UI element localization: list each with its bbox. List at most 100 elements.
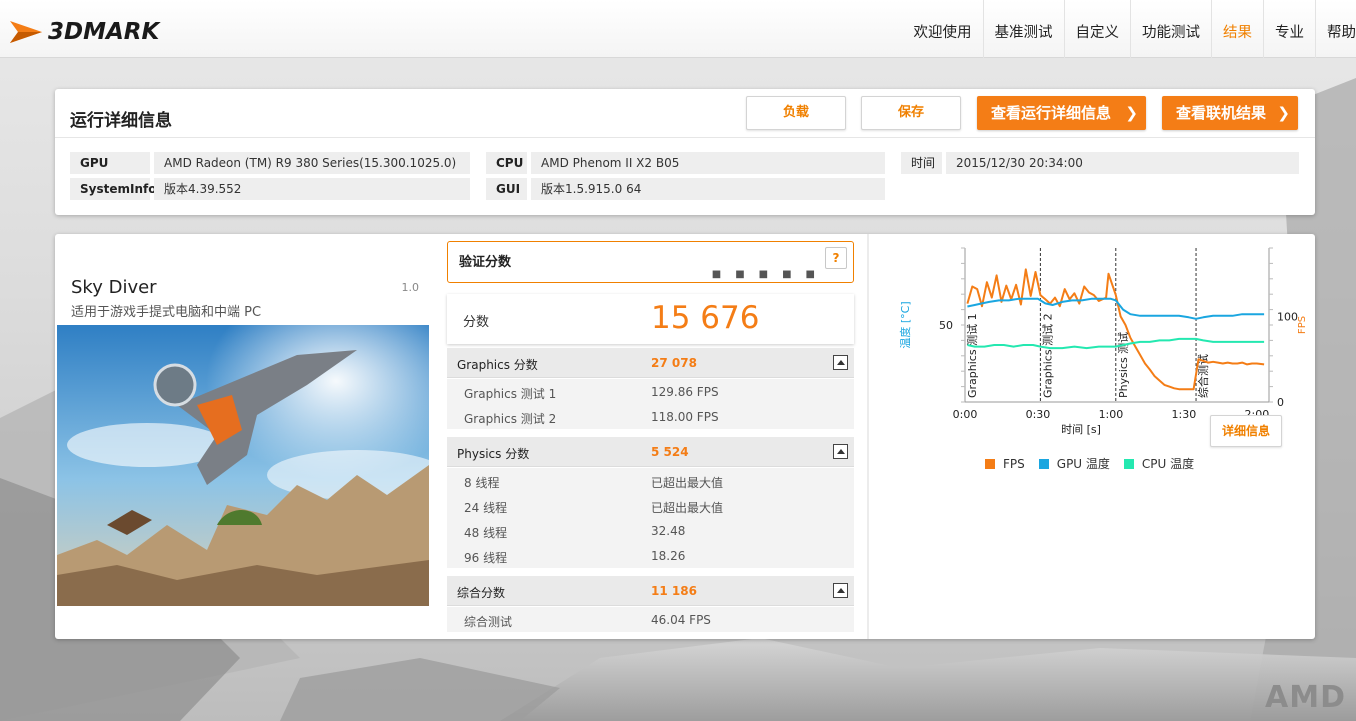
chart-details-button[interactable]: 详细信息 — [1210, 415, 1282, 447]
legend-item-cpu-temp[interactable]: CPU 温度 — [1123, 455, 1195, 472]
physics-48-thread-row: 48 线程 32.48 — [447, 518, 854, 543]
legend-item-fps[interactable]: FPS — [985, 455, 1025, 472]
chart-y-right-tick-label: 0 — [1277, 396, 1284, 409]
top-bar: 3DMARK 欢迎使用 基准测试 自定义 功能测试 结果 专业 帮助 — [0, 0, 1356, 58]
main-nav: 欢迎使用 基准测试 自定义 功能测试 结果 专业 帮助 — [903, 0, 1356, 58]
graphics-test-2-row: Graphics 测试 2 118.00 FPS — [447, 404, 854, 429]
physics-96-thread-label: 96 线程 — [464, 551, 508, 565]
save-button[interactable]: 保存 — [861, 96, 961, 130]
chart-phase-label: Graphics 测试 1 — [966, 313, 979, 398]
score-value: 15 676 — [651, 300, 760, 336]
benchmark-version: 1.0 — [401, 281, 420, 294]
graphics-score-label: Graphics 分数 — [457, 358, 538, 372]
benchmark-name: Sky Diver — [71, 277, 157, 298]
physics-24-thread-label: 24 线程 — [464, 501, 508, 515]
physics-score-header: Physics 分数 5 524 — [447, 437, 854, 467]
combined-test-label: 综合测试 — [464, 615, 513, 629]
graphics-test-2-label: Graphics 测试 2 — [464, 412, 557, 426]
chart-x-axis-label: 时间 [s] — [1061, 423, 1101, 436]
time-value: 2015/12/30 20:34:00 — [946, 152, 1299, 174]
chart-y-right-tick-label: 100 — [1277, 310, 1298, 323]
legend-swatch-fps — [985, 458, 995, 469]
nav-item-help[interactable]: 帮助 — [1315, 0, 1356, 58]
run-details-panel: 运行详细信息 负载 保存 查看运行详细信息 ❯ 查看联机结果 ❯ GPU AMD… — [55, 89, 1315, 215]
nav-item-welcome[interactable]: 欢迎使用 — [903, 0, 983, 58]
physics-96-thread-value: 18.26 — [651, 549, 686, 563]
graphics-score-value: 27 078 — [651, 356, 697, 370]
graphics-test-1-label: Graphics 测试 1 — [464, 387, 557, 401]
chart-phase-label: Physics 测试 — [1117, 332, 1130, 398]
legend-label-fps: FPS — [1003, 456, 1025, 471]
combined-score-label: 综合分数 — [457, 586, 506, 600]
collapse-icon[interactable] — [833, 355, 848, 370]
physics-8-thread-value: 已超出最大值 — [651, 476, 724, 490]
sky-diver-artwork — [57, 325, 429, 606]
cpu-key: CPU — [486, 152, 527, 174]
cpu-value: AMD Phenom II X2 B05 — [531, 152, 885, 174]
graphics-test-1-row: Graphics 测试 1 129.86 FPS — [447, 379, 854, 404]
physics-score-label: Physics 分数 — [457, 447, 530, 461]
view-run-details-label: 查看运行详细信息 — [991, 104, 1112, 122]
nav-item-feature-tests[interactable]: 功能测试 — [1130, 0, 1211, 58]
nav-item-benchmarks[interactable]: 基准测试 — [982, 0, 1064, 58]
chart-x-tick-label: 0:30 — [1026, 408, 1051, 421]
combined-score-value: 11 186 — [651, 584, 697, 598]
view-run-details-button[interactable]: 查看运行详细信息 ❯ — [977, 96, 1146, 130]
chart-x-tick-label: 1:00 — [1099, 408, 1124, 421]
overall-score-box: 分数 15 676 — [447, 294, 854, 344]
physics-48-thread-label: 48 线程 — [464, 526, 508, 540]
physics-8-thread-row: 8 线程 已超出最大值 — [447, 468, 854, 493]
legend-swatch-cpu-temp — [1123, 458, 1134, 469]
benchmark-card: Sky Diver 1.0 适用于游戏手提式电脑和中端 PC — [57, 269, 429, 606]
loading-dots-icon: ■■■■■ — [711, 269, 829, 280]
collapse-icon[interactable] — [833, 583, 848, 598]
result-panel: Sky Diver 1.0 适用于游戏手提式电脑和中端 PC 验证分数 ? ■■… — [55, 234, 1315, 639]
verify-score-box: 验证分数 ? ■■■■■ — [447, 241, 854, 283]
panel-divider — [55, 137, 1315, 138]
time-key: 时间 — [901, 152, 942, 174]
sysinfo-value: 版本4.39.552 — [154, 178, 470, 200]
verify-score-label: 验证分数 — [459, 255, 512, 270]
nav-item-custom[interactable]: 自定义 — [1063, 0, 1131, 58]
chart-y-left-axis-label: 温度 [°C] — [898, 301, 912, 348]
help-icon[interactable]: ? — [825, 247, 847, 269]
physics-48-thread-value: 32.48 — [651, 524, 686, 538]
physics-24-thread-value: 已超出最大值 — [651, 501, 724, 515]
3dmark-logo-icon — [10, 21, 42, 43]
brand-name: 3DMARK — [48, 19, 160, 45]
legend-swatch-gpu-temp — [1038, 458, 1049, 469]
physics-score-value: 5 524 — [651, 445, 689, 459]
physics-96-thread-row: 96 线程 18.26 — [447, 543, 854, 568]
run-details-title: 运行详细信息 — [70, 111, 172, 131]
physics-8-thread-label: 8 线程 — [464, 476, 500, 490]
sysinfo-key: SystemInfo — [70, 178, 156, 200]
graphics-score-header: Graphics 分数 27 078 — [447, 348, 854, 378]
chart-y-left-tick-label: 50 — [939, 319, 953, 332]
benchmark-subtitle: 适用于游戏手提式电脑和中端 PC — [71, 305, 262, 320]
gpu-key: GPU — [70, 152, 150, 174]
legend-item-gpu-temp[interactable]: GPU 温度 — [1038, 455, 1110, 472]
chevron-right-icon: ❯ — [1277, 104, 1290, 122]
chart-x-tick-label: 0:00 — [953, 408, 978, 421]
view-online-results-label: 查看联机结果 — [1176, 104, 1267, 122]
app-logo[interactable]: 3DMARK — [8, 14, 159, 50]
score-label: 分数 — [463, 315, 490, 330]
collapse-icon[interactable] — [833, 444, 848, 459]
chart-x-tick-label: 1:30 — [1172, 408, 1197, 421]
nav-item-results[interactable]: 结果 — [1211, 0, 1263, 58]
amd-watermark: AMD — [1265, 680, 1346, 715]
load-button[interactable]: 负载 — [746, 96, 846, 130]
column-divider — [867, 234, 869, 639]
graphics-test-1-value: 129.86 FPS — [651, 385, 719, 399]
gui-value: 版本1.5.915.0 64 — [531, 178, 885, 200]
nav-item-professional[interactable]: 专业 — [1263, 0, 1315, 58]
chart-y-right-axis-label: FPS — [1297, 316, 1305, 334]
combined-score-header: 综合分数 11 186 — [447, 576, 854, 606]
gpu-value: AMD Radeon (TM) R9 380 Series(15.300.102… — [154, 152, 470, 174]
view-online-results-button[interactable]: 查看联机结果 ❯ — [1162, 96, 1298, 130]
legend-label-cpu-temp: CPU 温度 — [1141, 457, 1195, 471]
combined-test-row: 综合测试 46.04 FPS — [447, 607, 854, 632]
chart-phase-label: Graphics 测试 2 — [1041, 313, 1054, 398]
graphics-test-2-value: 118.00 FPS — [651, 410, 719, 424]
combined-test-value: 46.04 FPS — [651, 613, 711, 627]
